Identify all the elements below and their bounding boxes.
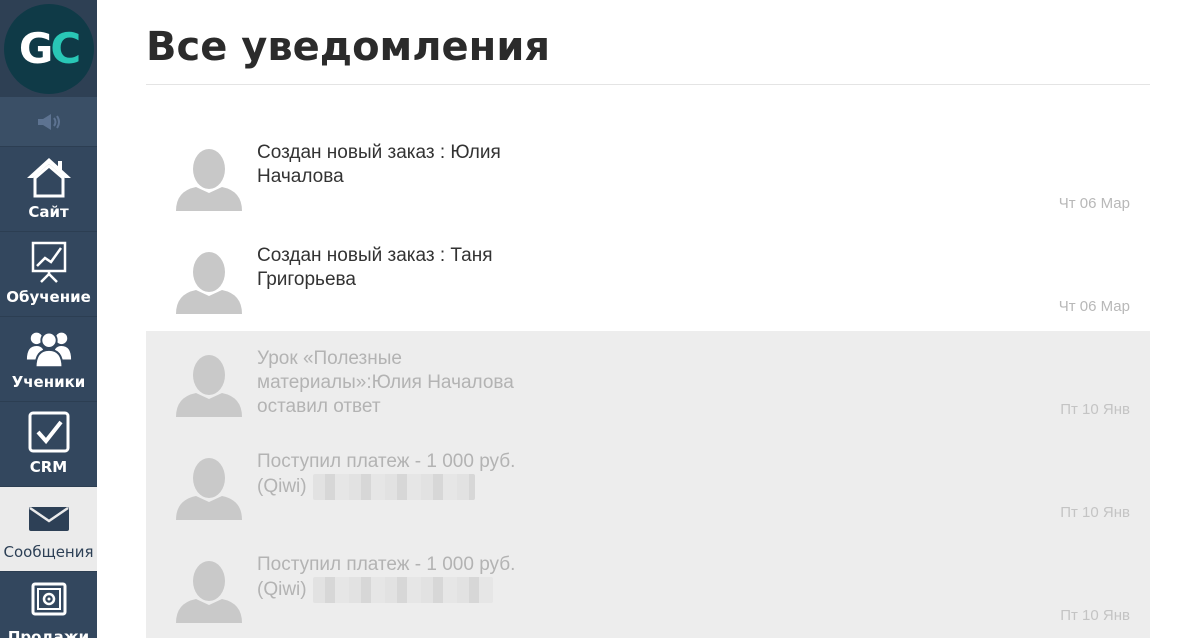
sidebar-item-site[interactable]: Сайт (0, 147, 97, 232)
avatar-placeholder-icon (176, 149, 242, 211)
sidebar-item-messages[interactable]: Сообщения (0, 487, 97, 572)
notification-item[interactable]: Поступил платеж - 1 000 руб. (Qiwi) Пт 1… (146, 537, 1150, 638)
notification-date: Пт 10 Янв (1060, 504, 1130, 521)
avatar-placeholder-icon (176, 561, 242, 623)
notification-item[interactable]: Создан новый заказ : Юлия Началова Чт 06… (146, 125, 1150, 228)
presentation-chart-icon (25, 240, 73, 284)
sidebar-item-students[interactable]: Ученики (0, 317, 97, 402)
avatar-placeholder-icon (176, 458, 242, 520)
avatar-placeholder-icon (176, 252, 242, 314)
redacted-block (312, 577, 493, 603)
logo-letter-c: C (50, 24, 81, 73)
sidebar-item-label: Сайт (28, 203, 69, 221)
speaker-button[interactable] (0, 97, 97, 147)
logo[interactable]: GC (3, 3, 94, 94)
main-content: Все уведомления Создан новый заказ : Юли… (146, 0, 1150, 638)
safe-icon (25, 580, 73, 624)
checkbox-icon (25, 410, 73, 454)
envelope-icon (25, 495, 73, 539)
speaker-icon (37, 113, 60, 130)
notification-date: Пт 10 Янв (1060, 401, 1130, 418)
sidebar-item-label: Ученики (11, 373, 86, 391)
sidebar-item-label: Продажи (7, 628, 90, 638)
sidebar-item-label: CRM (29, 458, 68, 476)
notification-text: Урок «Полезные материалы»:Юлия Началова … (257, 348, 514, 417)
notification-date: Чт 06 Мар (1058, 298, 1130, 315)
users-icon (25, 325, 73, 369)
page-title: Все уведомления (146, 24, 551, 70)
title-divider (146, 84, 1150, 85)
sidebar-item-label: Сообщения (3, 543, 94, 561)
notification-item[interactable]: Поступил платеж - 1 000 руб. (Qiwi) Пт 1… (146, 434, 1150, 537)
sidebar-item-label: Обучение (6, 288, 91, 306)
notification-text: Поступил платеж - 1 000 руб. (Qiwi) (257, 553, 547, 603)
redacted-block (312, 474, 475, 500)
avatar-placeholder-icon (176, 355, 242, 417)
notification-date: Пт 10 Янв (1060, 607, 1130, 624)
house-icon (25, 155, 73, 199)
notification-text: Создан новый заказ : Таня Григорьева (257, 245, 493, 290)
notification-list: Создан новый заказ : Юлия Началова Чт 06… (146, 125, 1150, 638)
sidebar-item-crm[interactable]: CRM (0, 402, 97, 487)
sidebar-item-training[interactable]: Обучение (0, 232, 97, 317)
notification-text: Поступил платеж - 1 000 руб. (Qiwi) (257, 450, 547, 500)
notification-item[interactable]: Создан новый заказ : Таня Григорьева Чт … (146, 228, 1150, 331)
notification-item[interactable]: Урок «Полезные материалы»:Юлия Началова … (146, 331, 1150, 434)
notification-text: Создан новый заказ : Юлия Началова (257, 142, 501, 187)
logo-area[interactable]: GC (0, 0, 97, 97)
logo-letter-g: G (18, 24, 54, 73)
sidebar-item-sales[interactable]: Продажи (0, 572, 97, 638)
sidebar: GC Сайт Обучение Ученики CRM Сообщения П… (0, 0, 97, 638)
notification-date: Чт 06 Мар (1058, 195, 1130, 212)
